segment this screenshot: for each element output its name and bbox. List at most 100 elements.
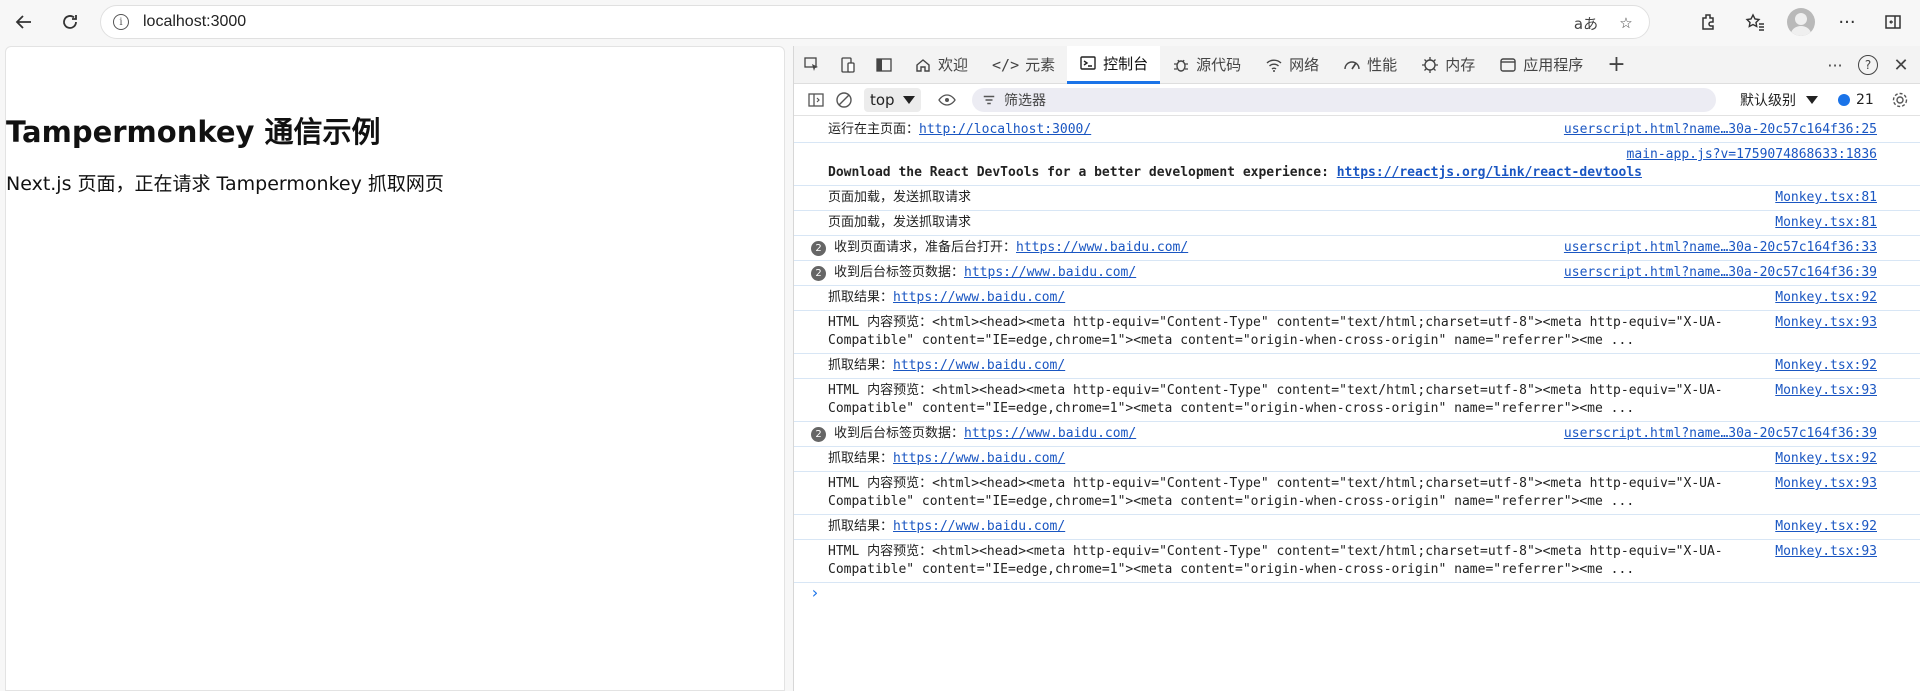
context-selector[interactable]: top xyxy=(864,87,921,112)
console-message: 抓取结果：https://www.baidu.com/ xyxy=(828,289,1881,307)
address-url: localhost:3000 xyxy=(143,13,247,30)
console-message-link[interactable]: https://www.baidu.com/ xyxy=(893,290,1065,305)
console-message: HTML 内容预览：<html><head><meta http-equiv="… xyxy=(828,475,1881,511)
tab-console[interactable]: 控制台 xyxy=(1067,45,1161,84)
console-message-link[interactable]: https://www.baidu.com/ xyxy=(893,519,1065,534)
page-viewport: Tampermonkey 通信示例 Next.js 页面，正在请求 Tamper… xyxy=(5,46,785,691)
filter-placeholder: 筛选器 xyxy=(1004,93,1046,109)
tab-welcome[interactable]: 欢迎 xyxy=(902,46,980,84)
console-source-link[interactable]: userscript.html?name…30a-20c57c164f36:33 xyxy=(1564,239,1877,257)
device-emulation-icon[interactable] xyxy=(830,46,866,84)
console-message-link[interactable]: https://www.baidu.com/ xyxy=(893,451,1065,466)
console-message-link[interactable]: https://www.baidu.com/ xyxy=(964,426,1136,441)
console-source-link[interactable]: Monkey.tsx:92 xyxy=(1775,450,1877,468)
console-message: HTML 内容预览：<html><head><meta http-equiv="… xyxy=(828,543,1881,579)
console-source-link[interactable]: Monkey.tsx:92 xyxy=(1775,289,1877,307)
console-source-link[interactable]: Monkey.tsx:81 xyxy=(1775,189,1877,207)
page-subtitle: Next.js 页面，正在请求 Tampermonkey 抓取网页 xyxy=(6,173,444,195)
console-row: HTML 内容预览：<html><head><meta http-equiv="… xyxy=(794,540,1920,583)
tab-application[interactable]: 应用程序 xyxy=(1487,46,1595,84)
console-message-link[interactable]: http://localhost:3000/ xyxy=(919,122,1091,137)
tab-elements-label: 元素 xyxy=(1025,56,1056,74)
sidebar-toggle-icon[interactable] xyxy=(1876,4,1910,40)
console-message-text: 收到页面请求，准备后台打开： xyxy=(834,240,1017,255)
issues-counter[interactable]: 21 xyxy=(1838,88,1874,112)
wifi-icon xyxy=(1266,58,1282,72)
dock-side-icon[interactable] xyxy=(866,46,902,84)
console-message-link[interactable]: https://www.baidu.com/ xyxy=(1016,240,1188,255)
tab-application-label: 应用程序 xyxy=(1523,56,1584,74)
console-source-link[interactable]: userscript.html?name…30a-20c57c164f36:25 xyxy=(1564,121,1877,139)
console-message-text: 运行在主页面： xyxy=(828,122,920,137)
console-source-link[interactable]: userscript.html?name…30a-20c57c164f36:39 xyxy=(1564,264,1877,282)
home-icon xyxy=(916,58,930,72)
help-icon[interactable]: ? xyxy=(1858,55,1878,75)
plus-icon: + xyxy=(1607,52,1626,77)
inspect-element-icon[interactable] xyxy=(794,46,830,84)
console-source-link[interactable]: Monkey.tsx:93 xyxy=(1775,475,1877,493)
console-row: HTML 内容预览：<html><head><meta http-equiv="… xyxy=(794,379,1920,422)
console-message-text: 抓取结果： xyxy=(828,519,894,534)
address-bar[interactable]: i localhost:3000 aあ ☆ xyxy=(100,5,1650,39)
console-source-link[interactable]: main-app.js?v=1759074868633:1836 xyxy=(828,146,1877,164)
console-message-text: 页面加载，发送抓取请求 xyxy=(828,215,972,230)
tab-performance[interactable]: 性能 xyxy=(1331,46,1409,84)
code-tag-icon: </> xyxy=(992,55,1020,74)
console-source-link[interactable]: Monkey.tsx:81 xyxy=(1775,214,1877,232)
console-settings-gear-icon[interactable] xyxy=(1886,86,1914,114)
tab-sources[interactable]: 源代码 xyxy=(1160,46,1253,84)
star-icon[interactable]: ☆ xyxy=(1613,10,1639,36)
console-source-link[interactable]: Monkey.tsx:93 xyxy=(1775,314,1877,332)
filter-input[interactable]: 筛选器 xyxy=(972,88,1716,112)
issue-message-icon xyxy=(1838,94,1850,106)
console-message-link[interactable]: https://www.baidu.com/ xyxy=(964,265,1136,280)
more-tools-icon[interactable]: ··· xyxy=(1822,52,1848,78)
console-message-text: 抓取结果： xyxy=(828,358,894,373)
favorites-icon[interactable] xyxy=(1738,4,1772,40)
console-row: 2 收到后台标签页数据：https://www.baidu.com/userscr… xyxy=(794,261,1920,286)
log-level-label: 默认级别 xyxy=(1740,93,1796,109)
bug-icon xyxy=(1174,59,1189,72)
info-icon[interactable]: i xyxy=(113,14,129,30)
console-source-link[interactable]: Monkey.tsx:93 xyxy=(1775,543,1877,561)
gauge-icon xyxy=(1344,60,1360,69)
console-source-link[interactable]: Monkey.tsx:92 xyxy=(1775,357,1877,375)
avatar xyxy=(1787,8,1815,36)
more-menu-icon[interactable]: ··· xyxy=(1830,4,1864,40)
translate-icon[interactable]: aあ xyxy=(1573,10,1599,36)
console-messages: 运行在主页面：http://localhost:3000/userscript.… xyxy=(794,118,1920,609)
profile-button[interactable] xyxy=(1784,4,1818,40)
tab-memory[interactable]: 内存 xyxy=(1409,46,1487,84)
repeat-count-badge: 2 xyxy=(811,266,826,281)
tab-elements[interactable]: </> 元素 xyxy=(980,46,1067,84)
console-toolbar: top 筛选器 默认级别 21 xyxy=(794,84,1920,116)
refresh-button[interactable] xyxy=(52,4,88,40)
sidebar-show-icon[interactable] xyxy=(802,86,830,114)
console-prompt[interactable]: › xyxy=(794,583,1920,609)
console-message: HTML 内容预览：<html><head><meta http-equiv="… xyxy=(828,382,1881,418)
console-source-link[interactable]: userscript.html?name…30a-20c57c164f36:39 xyxy=(1564,425,1877,443)
console-message-text: 抓取结果： xyxy=(828,451,894,466)
tab-network[interactable]: 网络 xyxy=(1253,46,1331,84)
console-source-link[interactable]: Monkey.tsx:92 xyxy=(1775,518,1877,536)
close-devtools-icon[interactable]: ✕ xyxy=(1888,52,1914,78)
console-message: HTML 内容预览：<html><head><meta http-equiv="… xyxy=(828,314,1881,350)
log-level-dropdown[interactable]: 默认级别 xyxy=(1740,88,1818,112)
console-row: 2 收到后台标签页数据：https://www.baidu.com/userscr… xyxy=(794,422,1920,447)
console-source-link[interactable]: Monkey.tsx:93 xyxy=(1775,382,1877,400)
console-message-link[interactable]: https://reactjs.org/link/react-devtools xyxy=(1337,165,1642,180)
extensions-icon[interactable] xyxy=(1692,4,1726,40)
add-tab-button[interactable]: + xyxy=(1595,46,1637,84)
console-row: 抓取结果：https://www.baidu.com/Monkey.tsx:92 xyxy=(794,354,1920,379)
page-title: Tampermonkey 通信示例 xyxy=(6,115,381,149)
back-arrow-icon xyxy=(15,15,31,29)
tab-performance-label: 性能 xyxy=(1367,56,1398,74)
memory-chip-icon xyxy=(1422,56,1439,73)
back-button[interactable] xyxy=(6,4,42,40)
issue-count: 21 xyxy=(1856,92,1874,108)
console-message-text: HTML 内容预览：<html><head><meta http-equiv="… xyxy=(828,315,1723,348)
console-message-link[interactable]: https://www.baidu.com/ xyxy=(893,358,1065,373)
live-expression-eye-icon[interactable] xyxy=(933,86,961,114)
clear-console-icon[interactable] xyxy=(830,86,858,114)
console-row: 2 收到页面请求，准备后台打开：https://www.baidu.com/use… xyxy=(794,236,1920,261)
